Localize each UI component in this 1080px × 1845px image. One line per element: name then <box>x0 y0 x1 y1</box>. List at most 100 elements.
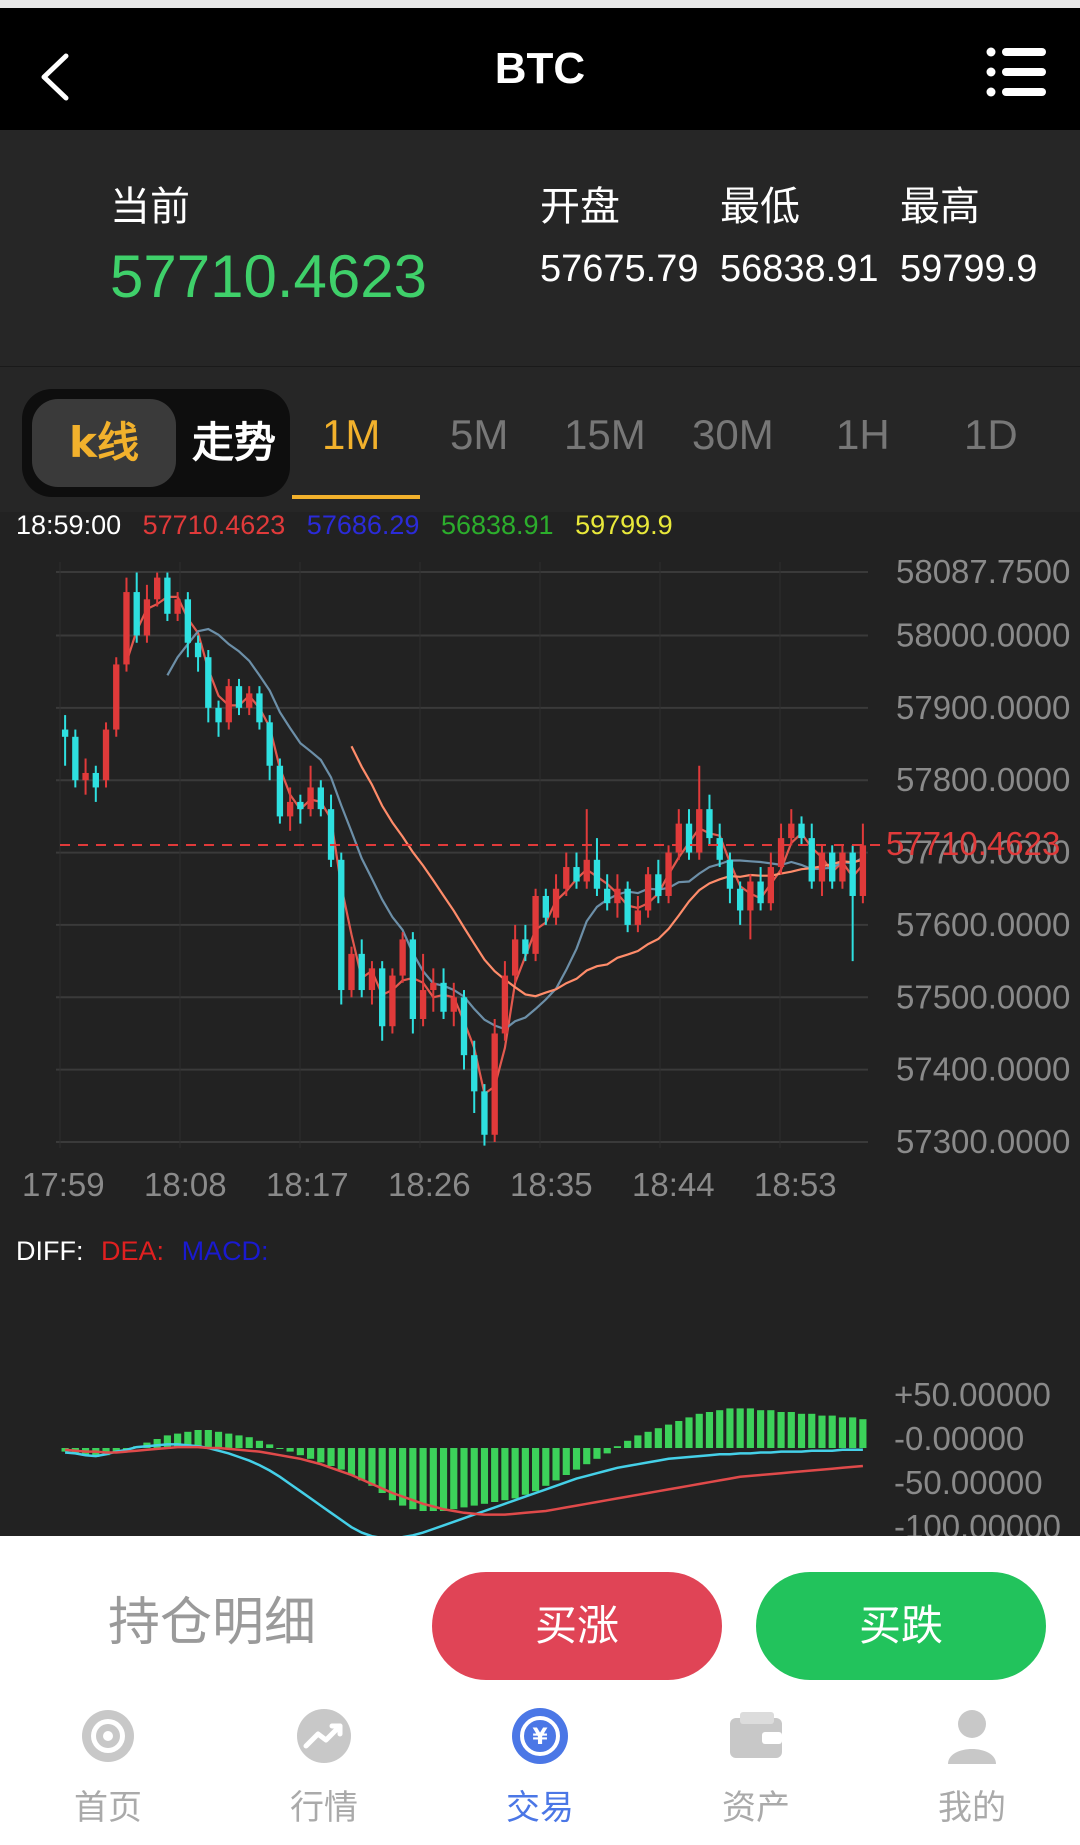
macd-hist-bar <box>327 1448 335 1466</box>
macd-hist-bar <box>307 1448 315 1459</box>
macd-hist-bar <box>675 1421 683 1448</box>
macd-hist-bar <box>859 1419 867 1448</box>
candle-body <box>481 1091 488 1135</box>
position-details-link[interactable]: 持仓明细 <box>108 1580 316 1655</box>
page-title: BTC <box>494 44 586 93</box>
y-tick-label: 58087.7500 <box>896 553 1070 590</box>
candle-body <box>194 642 202 658</box>
list-menu-icon[interactable] <box>986 46 1046 98</box>
candle-body <box>317 787 324 810</box>
candle-body <box>808 838 815 882</box>
high-value: 59799.9 <box>900 248 1038 290</box>
buy-down-button[interactable]: 买跌 <box>756 1572 1046 1680</box>
period-1m[interactable]: 1M <box>322 411 380 459</box>
macd-hist-bar <box>204 1430 212 1448</box>
macd-hist-bar <box>214 1431 223 1448</box>
macd-legend: DIFF: DEA: MACD: <box>16 1236 269 1267</box>
candle-body <box>164 577 171 614</box>
candle-body <box>552 888 560 918</box>
candle-body <box>501 975 509 1034</box>
y-tick-label: 58000.0000 <box>896 616 1070 653</box>
legend-time: 18:59:00 <box>16 510 122 540</box>
x-tick-label: 18:35 <box>510 1166 593 1203</box>
x-tick-label: 18:26 <box>388 1166 471 1203</box>
y-tick-label: 57500.0000 <box>896 978 1070 1015</box>
candle-body <box>696 809 703 853</box>
macd-hist-bar <box>439 1448 448 1511</box>
open-label: 开盘 <box>540 184 620 230</box>
kline-chart-svg: 58087.7500 58000.0000 57900.0000 57800.0000… <box>22 553 1070 1536</box>
candle-body <box>399 939 406 976</box>
macd-hist-bar <box>450 1448 458 1510</box>
candle-body <box>777 838 785 868</box>
candle-body <box>276 765 284 817</box>
macd-hist-bar <box>644 1431 652 1448</box>
nav-home[interactable]: 首页 <box>0 1706 216 1829</box>
ma-long-line <box>350 745 864 998</box>
macd-hist-bar <box>276 1448 284 1449</box>
period-5m[interactable]: 5M <box>450 411 508 459</box>
nav-trade[interactable]: ¥ 交易 <box>432 1706 648 1829</box>
candle-body <box>92 772 99 788</box>
candle-body <box>685 823 693 853</box>
candle-body <box>471 1055 478 1092</box>
macd-hist-bar <box>521 1448 529 1495</box>
macd-hist-bar <box>808 1413 816 1448</box>
period-1h[interactable]: 1H <box>836 411 890 459</box>
candle-body <box>358 953 365 991</box>
tab-trend[interactable]: 走势 <box>182 399 286 487</box>
candle-body <box>430 982 437 991</box>
chart-tabs: k线 走势 1M 5M 15M 30M 1H 1D <box>0 366 1080 512</box>
tab-kline[interactable]: k线 <box>32 399 176 487</box>
low-label: 最低 <box>720 184 800 230</box>
candle-body <box>757 881 764 904</box>
macd-hist-bar <box>818 1415 826 1448</box>
nav-label: 我的 <box>938 1788 1006 1828</box>
candle-body <box>747 881 754 911</box>
macd-hist-bar <box>419 1448 427 1511</box>
nav-market[interactable]: 行情 <box>216 1706 432 1829</box>
candle-body <box>235 686 243 708</box>
macd-hist-bar <box>491 1448 499 1502</box>
y-tick-label: 57900.0000 <box>896 689 1070 726</box>
candle-body <box>655 874 662 896</box>
macd-hist-bar <box>266 1444 274 1448</box>
period-30m[interactable]: 30M <box>692 411 774 459</box>
nav-mine[interactable]: 我的 <box>864 1706 1080 1829</box>
candle-body <box>440 982 447 1012</box>
candle-body <box>788 823 795 839</box>
candle-body <box>123 592 130 665</box>
candle-body <box>409 939 417 1019</box>
x-tick-label: 18:53 <box>754 1166 837 1203</box>
legend-value-blue: 57686.29 <box>306 510 420 540</box>
candle-body <box>644 874 652 911</box>
macd-hist-bar <box>685 1417 693 1448</box>
y-tick-label: 57400.0000 <box>896 1051 1070 1088</box>
candle-body <box>450 997 457 1012</box>
macd-hist-bar <box>358 1448 366 1481</box>
macd-hist-bar <box>828 1415 836 1448</box>
candle-body <box>215 707 222 723</box>
macd-hist-bar <box>695 1413 703 1448</box>
candle-body <box>225 686 232 723</box>
candle-body <box>389 975 396 1027</box>
chart-mode-toggle: k线 走势 <box>22 389 290 497</box>
y-tick-label: 57800.0000 <box>896 761 1070 798</box>
candle-body <box>184 599 192 643</box>
macd-hist-bar <box>286 1448 294 1452</box>
market-trend-icon <box>297 1709 351 1763</box>
macd-hist-bar <box>777 1412 785 1448</box>
macd-hist-bar <box>705 1412 714 1448</box>
period-15m[interactable]: 15M <box>564 411 646 459</box>
legend-value-red: 57710.4623 <box>142 510 286 540</box>
buy-up-button[interactable]: 买涨 <box>432 1572 722 1680</box>
active-period-underline <box>292 495 420 499</box>
period-1d[interactable]: 1D <box>964 411 1018 459</box>
candle-body <box>859 845 867 896</box>
macd-hist-bar <box>470 1448 478 1506</box>
candle-body <box>113 664 120 730</box>
kline-chart-area[interactable]: 58087.7500 58000.0000 57900.0000 57800.0000… <box>0 512 1080 1536</box>
x-tick-label: 18:44 <box>632 1166 715 1203</box>
nav-label: 首页 <box>74 1788 142 1828</box>
nav-assets[interactable]: 资产 <box>648 1706 864 1829</box>
